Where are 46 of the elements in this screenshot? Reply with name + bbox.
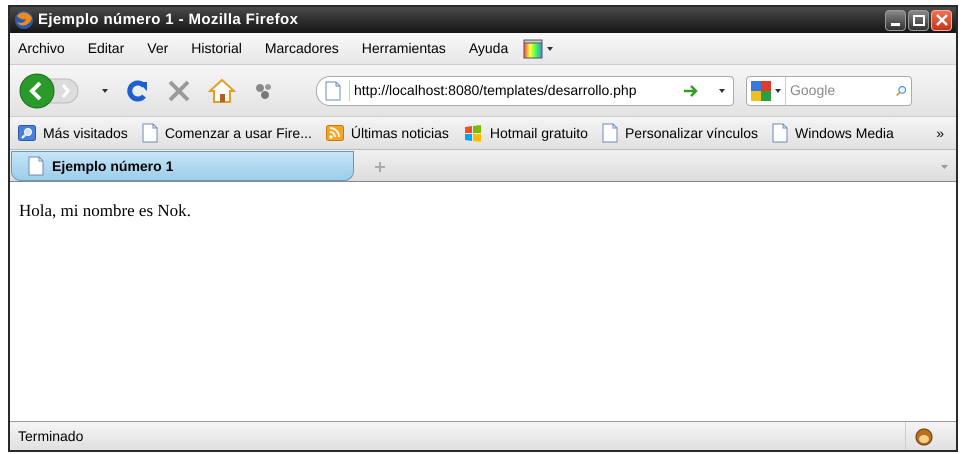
dropdown-icon[interactable] [775,88,781,92]
go-arrow-icon[interactable] [683,84,699,98]
search-field[interactable]: Google [786,80,895,101]
maximize-icon [912,14,924,26]
menu-item[interactable]: Historial [191,38,242,59]
window-title: Ejemplo número 1 - Mozilla Firefox [38,10,300,30]
bookmark-link[interactable]: Más visitados [43,122,128,144]
menu-item[interactable]: Ayuda [468,38,508,59]
feed-icon [326,125,344,141]
maximize-button[interactable] [908,10,929,30]
globe-icon [14,10,34,30]
menu-item[interactable]: Archivo [18,38,65,59]
dropdown-icon[interactable] [547,46,554,50]
search-engine-icon[interactable] [751,80,771,100]
status-text: Terminado [17,426,84,446]
address-text: http://localhost:8080/templates/desarrollo.php [349,80,675,101]
menu-item[interactable]: Editar [88,38,124,59]
page-icon [602,123,618,143]
menu-item[interactable]: Ver [147,38,168,59]
page-text: Hola, mi nombre es Nok. [19,200,192,222]
minimize-icon [891,22,900,26]
close-button[interactable] [931,10,952,30]
close-icon [936,14,948,26]
address-bar[interactable]: http://localhost:8080/templates/desarrollo.php [316,76,734,106]
browser-tab[interactable]: Ejemplo número 1 [11,151,354,181]
bookmark-link[interactable]: Hotmail gratuito [490,122,588,144]
bookmark-link[interactable]: Personalizar vínculos [624,122,758,144]
bookmark-link[interactable]: Últimas noticias [350,122,449,144]
menu-item[interactable]: Herramientas [362,38,446,59]
tab-title: Ejemplo número 1 [52,156,174,176]
dropdown-icon[interactable] [719,88,725,92]
bookmark-link[interactable]: Comenzar a usar Fire... [164,122,312,144]
bookmark-link[interactable]: Windows Media [795,122,894,144]
magnifier-icon [18,125,36,141]
page-icon [142,123,158,143]
minimize-button[interactable] [885,10,906,30]
search-bar[interactable]: Google [746,76,912,106]
page-icon [325,80,341,100]
overflow-chevron[interactable]: » [936,122,944,144]
page-icon [772,123,788,143]
windows-flag-icon [462,124,483,142]
color-palette-icon[interactable] [523,38,544,58]
dropdown-icon[interactable] [102,88,108,92]
menu-item[interactable]: Marcadores [264,38,339,59]
home-icon[interactable] [208,78,236,104]
page-icon [28,156,44,176]
